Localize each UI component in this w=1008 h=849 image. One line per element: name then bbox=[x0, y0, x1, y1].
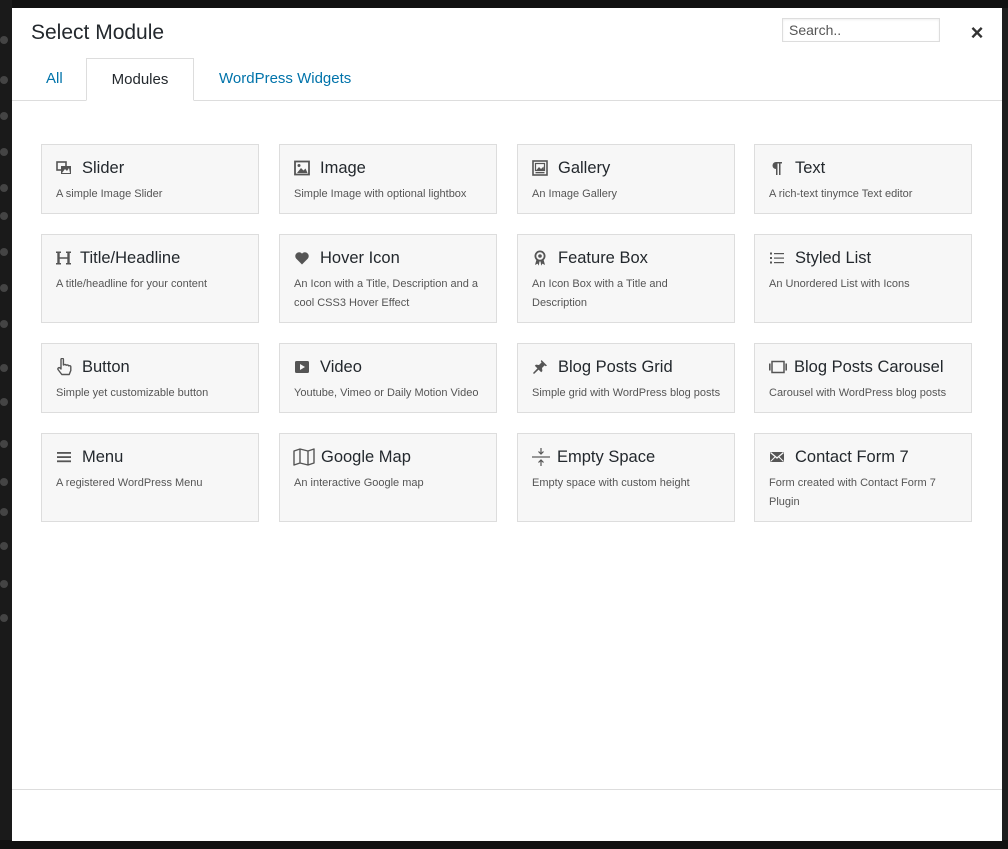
module-card-styled-list[interactable]: Styled List An Unordered List with Icons bbox=[754, 234, 972, 323]
module-description: An Unordered List with Icons bbox=[769, 278, 910, 290]
module-description: Empty space with custom height bbox=[532, 477, 690, 489]
module-title: Blog Posts Grid bbox=[558, 357, 673, 376]
module-card-contact-form-7[interactable]: Contact Form 7 Form created with Contact… bbox=[754, 433, 972, 522]
module-title: Video bbox=[320, 357, 362, 376]
module-description: Youtube, Vimeo or Daily Motion Video bbox=[294, 387, 479, 399]
module-description: An Icon with a Title, Description and a … bbox=[294, 278, 479, 309]
video-play-icon bbox=[293, 358, 311, 376]
paragraph-icon bbox=[768, 159, 786, 177]
footer-divider bbox=[12, 789, 1002, 790]
backdrop-bottom bbox=[0, 840, 1008, 849]
module-tabs: All Modules WordPress Widgets bbox=[12, 58, 1002, 101]
module-title: Menu bbox=[82, 447, 124, 466]
module-card-google-map[interactable]: Google Map An interactive Google map bbox=[279, 433, 497, 522]
module-title: Title/Headline bbox=[80, 248, 181, 267]
module-description: A rich-text tinymce Text editor bbox=[769, 188, 913, 200]
module-card-blog-posts-carousel[interactable]: Blog Posts Carousel Carousel with WordPr… bbox=[754, 343, 972, 413]
search-input[interactable] bbox=[782, 18, 940, 42]
module-title: Blog Posts Carousel bbox=[794, 357, 944, 376]
heart-icon bbox=[293, 249, 311, 267]
module-card-video[interactable]: Video Youtube, Vimeo or Daily Motion Vid… bbox=[279, 343, 497, 413]
module-description: Simple grid with WordPress blog posts bbox=[532, 387, 721, 399]
module-description: Simple Image with optional lightbox bbox=[294, 188, 467, 200]
pin-icon bbox=[531, 358, 549, 376]
list-icon bbox=[768, 249, 786, 267]
module-description: An Image Gallery bbox=[532, 188, 617, 200]
tab-modules[interactable]: Modules bbox=[86, 58, 194, 101]
award-icon bbox=[531, 249, 549, 267]
select-module-dialog: Select Module × All Modules WordPress Wi… bbox=[12, 8, 1002, 841]
module-description: A simple Image Slider bbox=[56, 188, 163, 200]
module-title: Hover Icon bbox=[320, 248, 400, 267]
module-title: Slider bbox=[82, 158, 125, 177]
module-title: Styled List bbox=[795, 248, 872, 267]
close-button[interactable]: × bbox=[965, 22, 989, 46]
module-card-text[interactable]: Text A rich-text tinymce Text editor bbox=[754, 144, 972, 214]
module-title: Google Map bbox=[321, 447, 411, 466]
module-card-gallery[interactable]: Gallery An Image Gallery bbox=[517, 144, 735, 214]
module-description: An Icon Box with a Title and Description bbox=[532, 278, 668, 309]
module-title: Text bbox=[795, 158, 826, 177]
map-icon bbox=[293, 448, 315, 466]
module-description: Carousel with WordPress blog posts bbox=[769, 387, 947, 399]
vertical-space-icon bbox=[531, 448, 551, 466]
module-card-button[interactable]: Button Simple yet customizable button bbox=[41, 343, 259, 413]
module-title: Empty Space bbox=[557, 447, 656, 466]
admin-sidebar-backdrop bbox=[0, 0, 12, 849]
heading-icon bbox=[55, 249, 73, 267]
module-card-menu[interactable]: Menu A registered WordPress Menu bbox=[41, 433, 259, 522]
slider-icon bbox=[55, 159, 73, 177]
module-description: Form created with Contact Form 7 Plugin bbox=[769, 477, 936, 508]
dialog-title: Select Module bbox=[31, 21, 165, 44]
module-card-feature-box[interactable]: Feature Box An Icon Box with a Title and… bbox=[517, 234, 735, 323]
tab-wordpress-widgets[interactable]: WordPress Widgets bbox=[219, 58, 351, 101]
module-card-blog-posts-grid[interactable]: Blog Posts Grid Simple grid with WordPre… bbox=[517, 343, 735, 413]
carousel-icon bbox=[768, 358, 788, 376]
envelope-icon bbox=[768, 448, 786, 466]
pointer-hand-icon bbox=[55, 358, 73, 376]
module-title: Image bbox=[320, 158, 366, 177]
module-card-hover-icon[interactable]: Hover Icon An Icon with a Title, Descrip… bbox=[279, 234, 497, 323]
module-card-empty-space[interactable]: Empty Space Empty space with custom heig… bbox=[517, 433, 735, 522]
module-description: An interactive Google map bbox=[294, 477, 424, 489]
module-card-slider[interactable]: Slider A simple Image Slider bbox=[41, 144, 259, 214]
module-title: Gallery bbox=[558, 158, 611, 177]
tab-all[interactable]: All bbox=[46, 58, 63, 101]
module-description: A title/headline for your content bbox=[56, 278, 208, 290]
module-title: Contact Form 7 bbox=[795, 447, 909, 466]
close-icon: × bbox=[970, 20, 984, 45]
module-title: Button bbox=[82, 357, 130, 376]
module-card-title-headline[interactable]: Title/Headline A title/headline for your… bbox=[41, 234, 259, 323]
module-title: Feature Box bbox=[558, 248, 648, 267]
module-description: Simple yet customizable button bbox=[56, 387, 209, 399]
module-description: A registered WordPress Menu bbox=[56, 477, 203, 489]
backdrop-top bbox=[0, 0, 1008, 8]
image-icon bbox=[293, 159, 311, 177]
gallery-icon bbox=[531, 159, 549, 177]
menu-icon bbox=[55, 448, 73, 466]
module-card-image[interactable]: Image Simple Image with optional lightbo… bbox=[279, 144, 497, 214]
